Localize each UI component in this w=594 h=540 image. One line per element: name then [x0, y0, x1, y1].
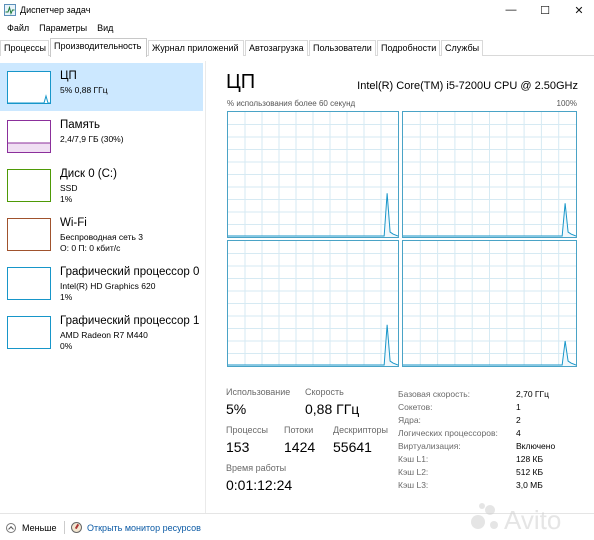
- tab-details[interactable]: Подробности: [377, 40, 440, 56]
- cpu-core-graph-3: [402, 240, 577, 367]
- menu-options[interactable]: Параметры: [34, 23, 92, 33]
- resource-monitor-icon: [71, 522, 82, 533]
- tab-app-history[interactable]: Журнал приложений: [148, 40, 244, 56]
- uptime-label: Время работы: [226, 463, 287, 473]
- panel-divider: [205, 61, 206, 513]
- sidebar-item-value: 1%: [60, 292, 73, 302]
- tab-performance[interactable]: Производительность: [50, 38, 147, 57]
- spec-value: 512 КБ: [516, 467, 544, 477]
- tab-processes[interactable]: Процессы: [0, 40, 49, 56]
- memory-thumbnail-graph: [7, 120, 51, 153]
- sidebar-item-title: Графический процессор 1: [60, 315, 200, 327]
- sidebar-item-value: 0%: [60, 341, 73, 351]
- sidebar-item-title: Память: [60, 119, 101, 131]
- gpu0-thumbnail-graph: [7, 267, 51, 300]
- sidebar-item-title: Диск 0 (C:): [60, 168, 117, 180]
- sidebar-item-memory[interactable]: Память 2,4/7,9 ГБ (30%): [0, 112, 203, 160]
- tab-bar: Процессы Производительность Журнал прило…: [0, 38, 594, 57]
- speed-value: 0,88 ГГц: [305, 401, 360, 417]
- graph-caption: % использования более 60 секунд: [227, 99, 356, 108]
- spec-label: Логических процессоров:: [398, 428, 498, 438]
- fewer-details-button[interactable]: Меньше: [22, 523, 57, 533]
- spec-value: 4: [516, 428, 521, 438]
- window-title: Диспетчер задач: [20, 5, 91, 15]
- processes-label: Процессы: [226, 425, 269, 435]
- sidebar-item-value: 1%: [60, 194, 73, 204]
- spec-value: 128 КБ: [516, 454, 544, 464]
- spec-value: 2: [516, 415, 521, 425]
- cpu-model-name: Intel(R) Core(TM) i5-7200U CPU @ 2.50GHz: [357, 80, 578, 92]
- sidebar-item-gpu1[interactable]: Графический процессор 1 AMD Radeon R7 M4…: [0, 308, 203, 356]
- page-title: ЦП: [226, 71, 256, 93]
- spec-label: Сокетов:: [398, 402, 433, 412]
- spec-label: Виртуализация:: [398, 441, 461, 451]
- tab-users[interactable]: Пользователи: [309, 40, 376, 56]
- sidebar-item-title: ЦП: [60, 70, 77, 82]
- sidebar-item-cpu[interactable]: ЦП 5% 0,88 ГГц: [0, 63, 203, 111]
- uptime-value: 0:01:12:24: [226, 477, 293, 493]
- watermark-text: Avito: [504, 505, 561, 535]
- spec-label: Кэш L1:: [398, 454, 429, 464]
- usage-label: Использование: [226, 387, 291, 397]
- gpu1-thumbnail-graph: [7, 316, 51, 349]
- minimize-button[interactable]: —: [496, 0, 526, 20]
- sidebar-item-wifi[interactable]: Wi-Fi Беспроводная сеть 3 О: 0 П: 0 кбит…: [0, 210, 203, 258]
- sidebar-item-gpu0[interactable]: Графический процессор 0 Intel(R) HD Grap…: [0, 259, 203, 307]
- close-button[interactable]: ✕: [564, 0, 594, 20]
- sidebar-item-detail: 2,4/7,9 ГБ (30%): [60, 134, 124, 144]
- usage-value: 5%: [226, 401, 247, 417]
- spec-label: Кэш L2:: [398, 467, 429, 477]
- performance-sidebar: ЦП 5% 0,88 ГГц Память 2,4/7,9 ГБ (30%) Д…: [0, 61, 203, 511]
- handles-label: Дескрипторы: [333, 425, 388, 435]
- spec-value: 2,70 ГГц: [516, 389, 549, 399]
- graph-max-label: 100%: [556, 99, 577, 108]
- tab-startup[interactable]: Автозагрузка: [245, 40, 308, 56]
- tab-services[interactable]: Службы: [441, 40, 483, 56]
- handles-value: 55641: [333, 439, 372, 455]
- spec-value: 1: [516, 402, 521, 412]
- wifi-thumbnail-graph: [7, 218, 51, 251]
- processes-value: 153: [226, 439, 250, 455]
- sidebar-item-disk[interactable]: Диск 0 (C:) SSD 1%: [0, 161, 203, 209]
- sidebar-item-title: Графический процессор 0: [60, 266, 200, 278]
- footer-divider: [64, 521, 65, 534]
- chevron-up-icon[interactable]: [6, 523, 16, 533]
- cpu-core-graph-0: [227, 111, 399, 238]
- spec-value: 3,0 МБ: [516, 480, 543, 490]
- cpu-thumbnail-graph: [7, 71, 51, 104]
- spec-label: Кэш L3:: [398, 480, 429, 490]
- sidebar-item-title: Wi-Fi: [60, 217, 87, 229]
- sidebar-item-detail: Intel(R) HD Graphics 620: [60, 281, 156, 291]
- sidebar-item-detail: 5% 0,88 ГГц: [60, 85, 108, 95]
- menu-bar: Файл Параметры Вид: [0, 20, 594, 36]
- menu-view[interactable]: Вид: [92, 23, 118, 33]
- sidebar-item-detail: Беспроводная сеть 3: [60, 232, 144, 242]
- spec-value: Включено: [516, 441, 556, 451]
- avito-watermark-logo: Avito: [471, 503, 561, 535]
- spec-label: Базовая скорость:: [398, 389, 471, 399]
- sidebar-item-detail: AMD Radeon R7 M440: [60, 330, 148, 340]
- sidebar-item-detail: SSD: [60, 183, 78, 193]
- maximize-button[interactable]: ☐: [530, 0, 560, 20]
- disk-thumbnail-graph: [7, 169, 51, 202]
- threads-value: 1424: [284, 439, 316, 455]
- threads-label: Потоки: [284, 425, 314, 435]
- cpu-core-graph-2: [227, 240, 399, 367]
- open-resource-monitor-link[interactable]: Открыть монитор ресурсов: [87, 523, 201, 533]
- cpu-core-graph-1: [402, 111, 577, 238]
- speed-label: Скорость: [305, 387, 344, 397]
- task-manager-icon: [4, 4, 16, 16]
- sidebar-item-value: О: 0 П: 0 кбит/с: [60, 243, 121, 253]
- title-bar: Диспетчер задач — ☐ ✕: [0, 0, 594, 20]
- spec-label: Ядра:: [398, 415, 421, 425]
- menu-file[interactable]: Файл: [2, 23, 34, 33]
